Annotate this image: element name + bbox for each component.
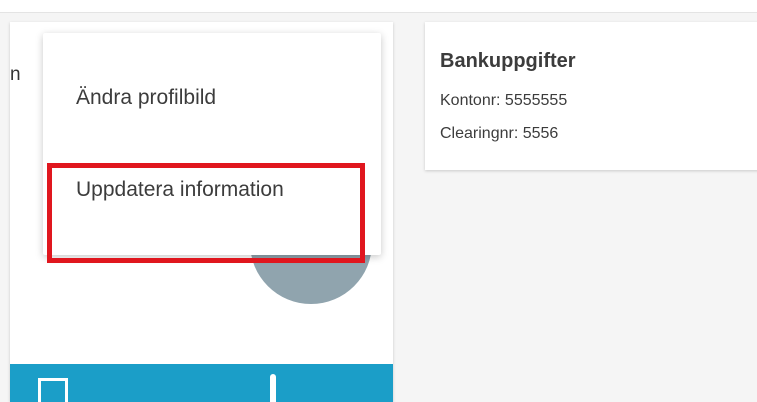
- profile-action-bar: [10, 364, 393, 402]
- highlight-box: [47, 163, 365, 263]
- account-number: Kontonr: 5555555: [440, 92, 568, 109]
- upload-icon[interactable]: [264, 374, 282, 402]
- profile-card-title: n: [10, 64, 21, 85]
- bank-details-title: Bankuppgifter: [440, 50, 576, 72]
- top-strip: [0, 0, 757, 13]
- message-icon[interactable]: [38, 378, 68, 402]
- bank-details-card: Bankuppgifter Kontonr: 5555555 Clearingn…: [425, 22, 757, 170]
- clearing-number: Clearingnr: 5556: [440, 125, 559, 142]
- menu-item-change-profile-picture[interactable]: Ändra profilbild: [76, 86, 216, 110]
